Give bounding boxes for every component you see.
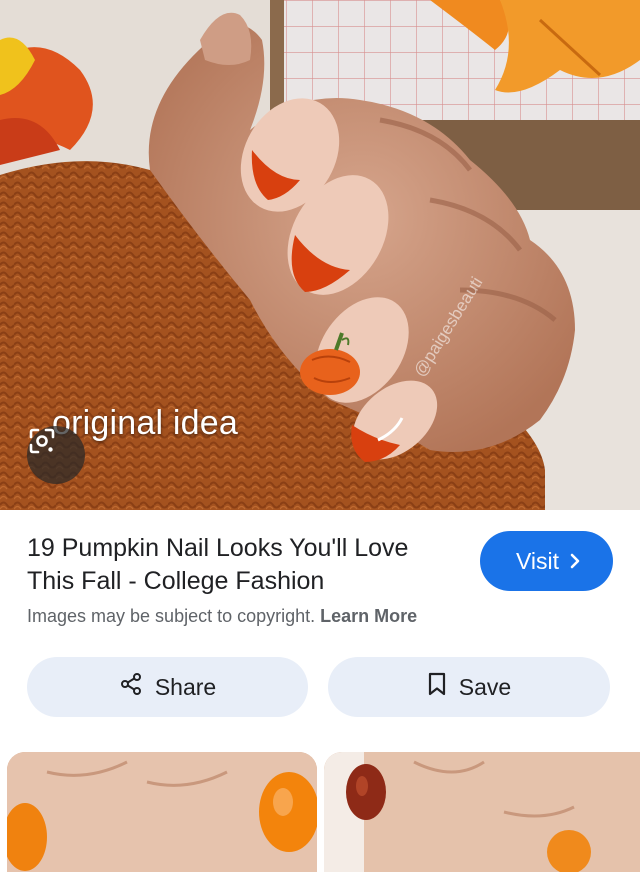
copyright-text: Images may be subject to copyright.: [27, 606, 316, 626]
related-image-2[interactable]: [324, 752, 640, 872]
related-image-1[interactable]: [7, 752, 317, 872]
save-label: Save: [458, 673, 512, 700]
share-label: Share: [154, 673, 217, 700]
result-title[interactable]: 19 Pumpkin Nail Looks You'll Love This F…: [27, 532, 457, 598]
share-button[interactable]: Share: [27, 657, 308, 717]
overlay-caption: original idea: [52, 404, 238, 442]
visit-label: Visit: [515, 547, 560, 574]
action-bar: Share Save: [0, 657, 640, 719]
learn-more-link[interactable]: Learn More: [320, 606, 417, 626]
result-info: 19 Pumpkin Nail Looks You'll Love This F…: [0, 510, 640, 650]
related-photo-1: [7, 752, 317, 872]
visit-button[interactable]: Visit: [480, 531, 613, 591]
share-icon: [119, 672, 143, 702]
copyright-notice: Images may be subject to copyright. Lear…: [27, 606, 417, 627]
lens-button[interactable]: [27, 426, 85, 484]
bookmark-icon: [427, 672, 447, 702]
hero-image[interactable]: @paigesbeauti original idea: [0, 0, 640, 510]
chevron-right-icon: [569, 548, 581, 575]
related-photo-2: [324, 752, 640, 872]
save-button[interactable]: Save: [328, 657, 610, 717]
